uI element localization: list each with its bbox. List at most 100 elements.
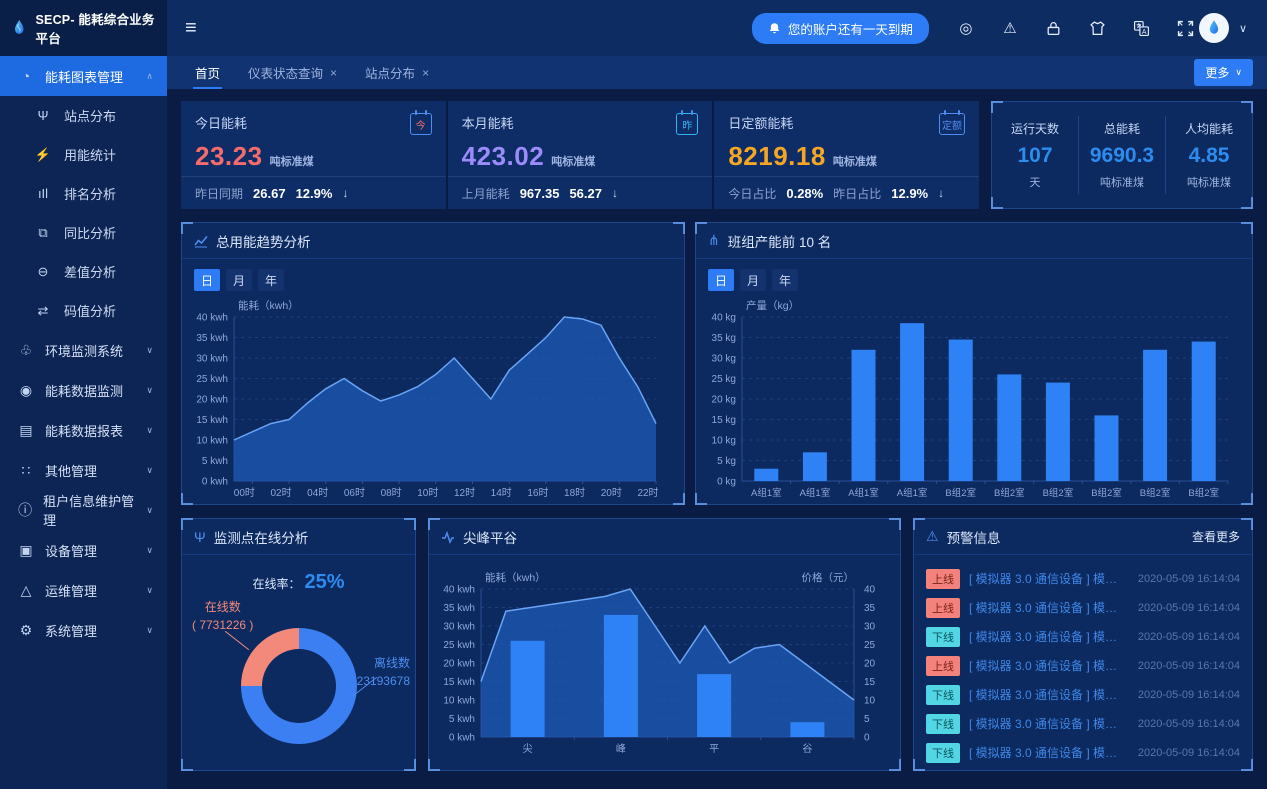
lightning-icon: ⚡ — [34, 147, 52, 163]
menu-collapse-icon[interactable]: ≡ — [185, 17, 197, 40]
sidebar-group-energy-charts[interactable]: ◔ 能耗图表管理 ∧ — [0, 56, 167, 96]
alert-row[interactable]: 下线 [ 模拟器 3.0 通信设备 ] 模拟器 3.0... 2020-05-0… — [926, 680, 1240, 709]
tab[interactable]: 首页 — [181, 56, 234, 89]
status-badge: 上线 — [926, 598, 960, 618]
sidebar-group-item[interactable]: ⓘ 租户信息维护管理 ∨ — [0, 490, 167, 530]
online-donut-chart — [241, 628, 357, 744]
sidebar-submenu-item[interactable]: ⚡ 用能统计 — [0, 135, 167, 174]
svg-text:30 kwh: 30 kwh — [443, 622, 475, 633]
alert-row[interactable]: 下线 [ 模拟器 3.0 通信设备 ] 模拟器 3.0... 2020-05-0… — [926, 622, 1240, 651]
status-badge: 上线 — [926, 656, 960, 676]
chart-period-tab[interactable]: 年 — [258, 269, 284, 291]
trend-chart-box: 0 kwh5 kwh10 kwh15 kwh20 kwh25 kwh30 kwh… — [182, 293, 684, 512]
submenu-label: 码值分析 — [64, 301, 116, 320]
trend-panel-title: 总用能趋势分析 — [216, 231, 311, 251]
sidebar-group-item[interactable]: ▤ 能耗数据报表 ∨ — [0, 410, 167, 450]
view-more-link[interactable]: 查看更多 — [1192, 528, 1240, 545]
kpi-title: 今日能耗 — [195, 111, 247, 132]
summary-label: 人均能耗 — [1168, 120, 1250, 137]
alert-time: 2020-05-09 16:14:04 — [1138, 660, 1240, 672]
tab-label: 仪表状态查询 — [248, 63, 323, 82]
sidebar-group-item[interactable]: ⚙ 系统管理 ∨ — [0, 610, 167, 650]
svg-text:0 kwh: 0 kwh — [449, 733, 475, 744]
user-avatar[interactable] — [1199, 13, 1229, 43]
online-rate-label: 在线率： — [252, 577, 300, 591]
alert-text: [ 模拟器 3.0 通信设备 ] 模拟器 3.0... — [969, 570, 1129, 587]
sidebar-submenu-item[interactable]: ⧉ 同比分析 — [0, 213, 167, 252]
group-label: 能耗数据监测 — [45, 381, 123, 400]
submenu-label: 站点分布 — [64, 106, 116, 125]
chart-period-tab[interactable]: 年 — [772, 269, 798, 291]
swap-icon: ⇄ — [34, 303, 52, 319]
summary-unit: 吨标准煤 — [1081, 174, 1163, 190]
peak-panel: 尖峰平谷 0 kwh05 kwh510 kwh1015 kwh1520 kwh2… — [428, 518, 901, 771]
theme-icon[interactable]: ◎ — [957, 19, 975, 37]
chart-period-tab[interactable]: 日 — [194, 269, 220, 291]
main-content: 今日能耗 今 23.23 吨标准煤 昨日同期26.6712.9%↓ 本月能耗 昨… — [167, 89, 1267, 789]
sidebar-submenu-item[interactable]: Ψ 站点分布 — [0, 96, 167, 135]
warning-icon[interactable]: ⚠ — [1001, 19, 1019, 37]
alert-time: 2020-05-09 16:14:04 — [1138, 689, 1240, 701]
sidebar-group-item[interactable]: ◉ 能耗数据监测 ∨ — [0, 370, 167, 410]
svg-text:40: 40 — [864, 585, 876, 596]
sidebar-submenu: Ψ 站点分布 ⚡ 用能统计 ıIl 排名分析 ⧉ 同比分析 ⊖ 差值分析 ⇄ 码… — [0, 96, 167, 330]
app-title: SECP- 能耗综合业务平台 — [36, 9, 158, 47]
sidebar-group-item[interactable]: ♧ 环境监测系统 ∨ — [0, 330, 167, 370]
tshirt-theme-icon[interactable] — [1089, 19, 1107, 37]
sidebar-group-item[interactable]: ▣ 设备管理 ∨ — [0, 530, 167, 570]
chevron-down-icon: ∨ — [146, 425, 153, 436]
copy-icon: ⧉ — [34, 225, 52, 241]
summary-label: 总能耗 — [1081, 120, 1163, 137]
kpi-value: 23.23 — [195, 141, 263, 172]
tab[interactable]: 站点分布 × — [351, 56, 443, 89]
alert-row[interactable]: 上线 [ 模拟器 3.0 通信设备 ] 模拟器 3.0... 2020-05-0… — [926, 651, 1240, 680]
status-badge: 上线 — [926, 569, 960, 589]
alert-row[interactable]: 下线 [ 模拟器 3.0 通信设备 ] 模拟器 3.0... 2020-05-0… — [926, 738, 1240, 767]
user-menu-chevron-down-icon[interactable]: ∨ — [1239, 22, 1247, 35]
gear-icon: ⚙ — [17, 622, 35, 639]
alert-row[interactable]: 上线 [ 模拟器 3.0 通信设备 ] 模拟器 3.0... 2020-05-0… — [926, 564, 1240, 593]
alert-row[interactable]: 下线 [ 模拟器 3.0 通信设备 ] 模拟器 3.0... 2020-05-0… — [926, 709, 1240, 738]
teams-bar-chart: 0 kg5 kg10 kg15 kg20 kg25 kg30 kg35 kg40… — [702, 295, 1236, 507]
antenna-icon: Ψ — [194, 529, 206, 545]
kpi-footer: 今日占比0.28%昨日占比12.9%↓ — [714, 176, 979, 209]
account-expiry-notice-button[interactable]: 您的账户还有一天到期 — [752, 13, 929, 44]
more-tabs-button[interactable]: 更多 ∨ — [1194, 59, 1253, 86]
tab-close-icon[interactable]: × — [330, 66, 337, 80]
group-label: 运维管理 — [45, 581, 97, 600]
translate-icon[interactable]: A — [1133, 19, 1151, 37]
chart-period-tab[interactable]: 月 — [740, 269, 766, 291]
svg-text:谷: 谷 — [802, 743, 812, 755]
chevron-down-icon: ∨ — [146, 465, 153, 476]
chevron-down-icon: ∨ — [146, 345, 153, 356]
trend-chart: 0 kwh5 kwh10 kwh15 kwh20 kwh25 kwh30 kwh… — [188, 295, 666, 507]
trend-period-tabs: 日月年 — [182, 259, 684, 293]
sidebar-submenu-item[interactable]: ⊖ 差值分析 — [0, 252, 167, 291]
sidebar-submenu-item[interactable]: ⇄ 码值分析 — [0, 291, 167, 330]
sidebar-submenu-item[interactable]: ıIl 排名分析 — [0, 174, 167, 213]
line-chart-icon — [194, 234, 208, 248]
tab[interactable]: 仪表状态查询 × — [234, 56, 351, 89]
fullscreen-icon[interactable] — [1177, 19, 1195, 37]
alert-time: 2020-05-09 16:14:04 — [1138, 631, 1240, 643]
svg-text:25: 25 — [864, 640, 876, 651]
group-label: 其他管理 — [45, 461, 97, 480]
bottom-row: Ψ 监测点在线分析 在线率：25% 在线数 ( 7731226 ) 离线数 23… — [181, 518, 1253, 771]
alert-row[interactable]: 上线 [ 模拟器 3.0 通信设备 ] 模拟器 3.0... 2020-05-0… — [926, 593, 1240, 622]
open-tabs: 首页 仪表状态查询 × 站点分布 × — [181, 56, 443, 89]
lock-icon[interactable] — [1045, 19, 1063, 37]
sidebar-group-item[interactable]: ∷ 其他管理 ∨ — [0, 450, 167, 490]
sidebar-group-item[interactable]: △ 运维管理 ∨ — [0, 570, 167, 610]
alert-text: [ 模拟器 3.0 通信设备 ] 模拟器 3.0... — [969, 657, 1129, 674]
svg-text:5 kwh: 5 kwh — [449, 714, 475, 725]
alert-time: 2020-05-09 16:14:04 — [1138, 747, 1240, 759]
chart-period-tab[interactable]: 日 — [708, 269, 734, 291]
pie-chart-icon: ◔ — [17, 68, 35, 84]
tab-close-icon[interactable]: × — [422, 66, 429, 80]
share-network-icon: ⋔ — [708, 232, 720, 249]
chart-period-tab[interactable]: 月 — [226, 269, 252, 291]
trend-panel: 总用能趋势分析 日月年 0 kwh5 kwh10 kwh15 kwh20 kwh… — [181, 222, 685, 505]
antenna-icon: Ψ — [34, 108, 52, 123]
svg-text:B组2室: B组2室 — [1188, 487, 1219, 499]
svg-text:02时: 02时 — [270, 487, 291, 499]
